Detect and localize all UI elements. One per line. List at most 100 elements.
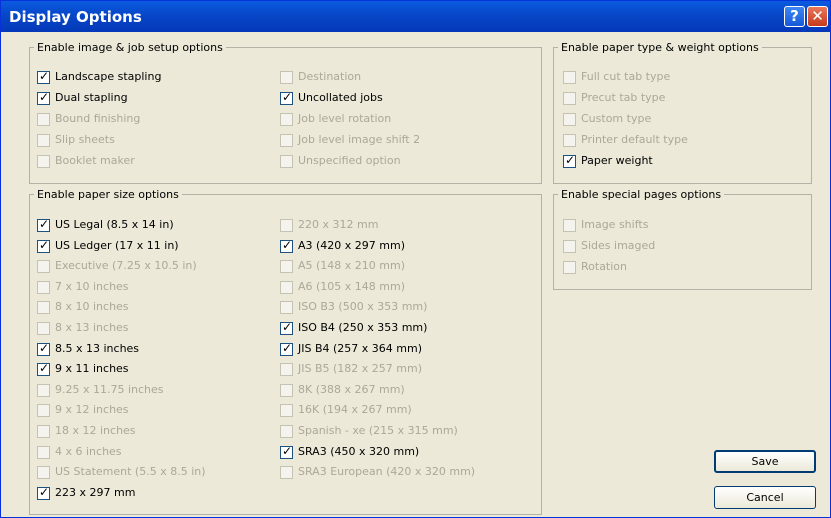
checkbox-box <box>563 92 576 105</box>
paper-type-options-legend: Enable paper type & weight options <box>561 41 759 54</box>
checkbox-box[interactable]: ✓ <box>563 153 576 168</box>
checkmark-icon: ✓ <box>39 237 50 252</box>
checkbox-label: A6 (105 x 148 mm) <box>298 279 406 293</box>
checkmark-icon: ✓ <box>39 90 50 104</box>
help-button[interactable]: ? <box>784 6 805 27</box>
checkbox-box <box>563 134 576 147</box>
dialog-title: Display Options <box>9 8 142 26</box>
checkbox-label: Unspecified option <box>298 154 401 167</box>
checkbox-label: 7 x 10 inches <box>55 279 129 293</box>
checkmark-icon: ✓ <box>39 340 50 355</box>
checkbox-label: Image shifts <box>581 218 649 231</box>
checkbox-box <box>37 113 50 126</box>
checkbox-label: A5 (148 x 210 mm) <box>298 259 406 273</box>
checkbox-label: US Ledger (17 x 11 in) <box>55 238 179 252</box>
checkbox-label: Paper weight <box>581 154 653 167</box>
checkbox-box[interactable]: ✓ <box>37 237 50 253</box>
checkbox-box <box>280 425 293 438</box>
checkbox-box <box>280 404 293 418</box>
checkbox-label: 4 x 6 inches <box>55 444 122 458</box>
image-job-options-legend: Enable image & job setup options <box>37 41 223 54</box>
checkbox-box <box>37 445 50 459</box>
checkbox-label: Full cut tab type <box>581 70 671 83</box>
checkmark-icon: ✓ <box>565 153 576 167</box>
checkbox-label: 8K (388 x 267 mm) <box>298 382 405 396</box>
title-bar: Display Options ? ✕ <box>1 1 830 32</box>
checkmark-icon: ✓ <box>282 237 293 252</box>
checkbox-label: JIS B5 (182 x 257 mm) <box>298 362 423 376</box>
checkbox-box[interactable]: ✓ <box>37 70 50 84</box>
checkbox-label: 9 x 12 inches <box>55 403 129 417</box>
checkbox-label: Booklet maker <box>55 154 135 167</box>
checkbox-label: 9 x 11 inches <box>55 362 129 376</box>
checkbox-box <box>280 155 293 168</box>
checkbox-label: SRA3 European (420 x 320 mm) <box>298 465 476 479</box>
checkbox-box[interactable]: ✓ <box>280 237 293 253</box>
display-options-dialog: Display Options ? ✕ Enable image & job s… <box>0 0 831 518</box>
checkbox-box <box>37 404 50 418</box>
checkbox-box <box>37 383 50 397</box>
save-button[interactable]: Save <box>714 450 816 473</box>
checkbox-label: JIS B4 (257 x 364 mm) <box>298 341 423 355</box>
checkbox-box <box>280 280 293 294</box>
checkbox-box <box>280 219 293 232</box>
checkbox-label: Custom type <box>581 112 652 125</box>
checkbox-label: US Statement (5.5 x 8.5 in) <box>55 465 206 479</box>
checkbox-label: 223 x 297 mm <box>55 485 136 499</box>
checkbox-box[interactable]: ✓ <box>280 443 293 459</box>
checkbox-label: Job level image shift 2 <box>298 133 421 146</box>
checkbox-box <box>280 71 293 84</box>
checkbox-box <box>280 260 293 274</box>
checkbox-box[interactable]: ✓ <box>37 484 50 500</box>
checkbox-label: 9.25 x 11.75 inches <box>55 382 164 396</box>
checkbox-box <box>280 113 293 126</box>
checkbox-box[interactable]: ✓ <box>280 320 293 335</box>
checkbox-box <box>280 134 293 147</box>
checkbox-label: 8.5 x 13 inches <box>55 341 140 355</box>
checkbox-box <box>280 363 293 377</box>
checkbox-label: Spanish - xe (215 x 315 mm) <box>298 424 458 437</box>
checkbox-box <box>563 261 576 274</box>
checkmark-icon: ✓ <box>39 484 50 499</box>
checkbox-label: ISO B4 (250 x 353 mm) <box>298 321 428 334</box>
close-button[interactable]: ✕ <box>807 6 828 27</box>
checkmark-icon: ✓ <box>282 90 293 104</box>
checkbox-label: 8 x 13 inches <box>55 321 129 334</box>
checkbox-box <box>563 219 576 232</box>
checkbox-label: Printer default type <box>581 133 688 146</box>
checkbox-box <box>37 134 50 147</box>
checkbox-box <box>280 383 293 397</box>
checkbox-label: Sides imaged <box>581 239 656 252</box>
checkbox-box <box>37 322 50 335</box>
checkbox-box <box>280 301 293 315</box>
checkbox-box[interactable]: ✓ <box>280 340 293 356</box>
cancel-button[interactable]: Cancel <box>714 486 816 509</box>
checkbox-box <box>37 466 50 480</box>
checkbox-label: Destination <box>298 70 362 83</box>
checkmark-icon: ✓ <box>39 217 50 231</box>
checkbox-label: Rotation <box>581 260 628 273</box>
checkbox-box <box>563 113 576 126</box>
checkbox-box[interactable]: ✓ <box>280 90 293 105</box>
checkbox-box <box>37 155 50 168</box>
checkbox-label: Executive (7.25 x 10.5 in) <box>55 259 197 273</box>
checkbox-box[interactable]: ✓ <box>37 217 50 232</box>
checkmark-icon: ✓ <box>282 340 293 355</box>
checkbox-label: 16K (194 x 267 mm) <box>298 403 412 417</box>
checkbox-box <box>563 71 576 84</box>
paper-size-options-legend: Enable paper size options <box>37 188 179 201</box>
checkbox-label: Precut tab type <box>581 91 666 104</box>
checkbox-box[interactable]: ✓ <box>37 361 50 377</box>
checkmark-icon: ✓ <box>39 361 50 376</box>
checkbox-label: Landscape stapling <box>55 70 162 83</box>
checkbox-label: 8 x 10 inches <box>55 300 129 314</box>
checkmark-icon: ✓ <box>282 443 293 458</box>
checkbox-box <box>37 301 50 315</box>
checkbox-label: Job level rotation <box>298 112 392 125</box>
checkbox-box[interactable]: ✓ <box>37 90 50 105</box>
checkmark-icon: ✓ <box>282 320 293 334</box>
checkbox-box <box>37 425 50 438</box>
checkbox-label: 18 x 12 inches <box>55 424 136 437</box>
checkbox-label: ISO B3 (500 x 353 mm) <box>298 300 428 314</box>
checkbox-box[interactable]: ✓ <box>37 340 50 356</box>
